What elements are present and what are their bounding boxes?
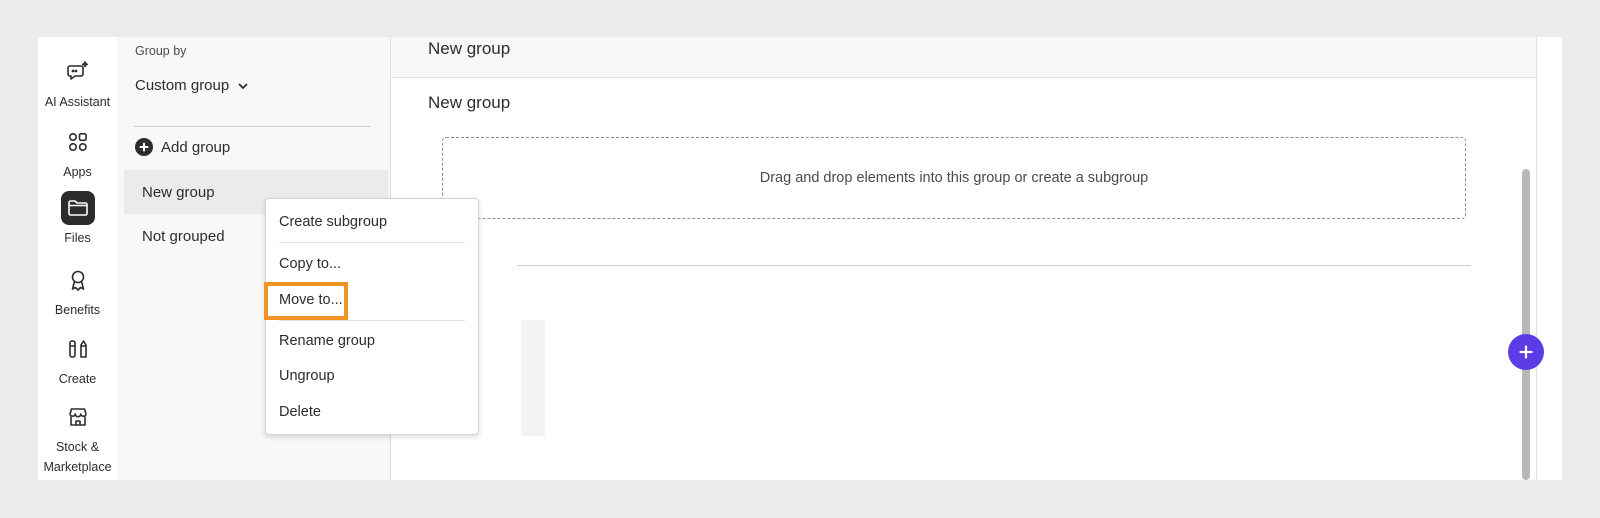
add-group-label: Add group bbox=[161, 138, 231, 156]
group-section-title[interactable]: New group bbox=[428, 93, 510, 113]
group-by-label: Group by bbox=[135, 44, 187, 58]
award-icon bbox=[61, 263, 95, 297]
menu-item-rename-group[interactable]: Rename group bbox=[279, 331, 375, 351]
add-floating-button[interactable] bbox=[1508, 334, 1544, 370]
rail-label: Files bbox=[64, 231, 91, 245]
right-strip bbox=[1536, 37, 1562, 480]
group-dropzone[interactable]: Drag and drop elements into this group o… bbox=[442, 137, 1466, 219]
menu-item-ungroup[interactable]: Ungroup bbox=[279, 366, 335, 386]
section-divider bbox=[517, 265, 1471, 266]
apps-icon bbox=[61, 125, 95, 159]
store-icon bbox=[61, 400, 95, 434]
rail-item-benefits[interactable]: Benefits bbox=[38, 263, 117, 320]
main-header: New group bbox=[391, 37, 1537, 78]
rail-label: Benefits bbox=[54, 303, 101, 317]
app-frame: AI Assistant Apps Files Benefits Create … bbox=[38, 37, 1562, 480]
group-item-label: New group bbox=[142, 183, 215, 201]
create-icon bbox=[61, 332, 95, 366]
panel-divider bbox=[134, 126, 371, 127]
chevron-down-icon bbox=[238, 83, 248, 89]
rail-label-line2: Marketplace bbox=[43, 460, 112, 474]
add-group-button[interactable]: Add group bbox=[135, 138, 230, 156]
rail-label-line1: Stock & bbox=[55, 440, 100, 454]
rail-item-ai-assistant[interactable]: AI Assistant bbox=[38, 55, 117, 112]
rail-label: Apps bbox=[63, 165, 92, 179]
element-placeholder bbox=[521, 320, 545, 436]
menu-separator bbox=[279, 320, 465, 321]
rail-item-apps[interactable]: Apps bbox=[38, 125, 117, 182]
rail-item-create[interactable]: Create bbox=[38, 332, 117, 389]
menu-item-copy-to[interactable]: Copy to... bbox=[279, 254, 341, 274]
add-circle-icon bbox=[135, 138, 153, 156]
dropzone-text: Drag and drop elements into this group o… bbox=[759, 170, 1149, 186]
rail-item-files[interactable]: Files bbox=[38, 191, 117, 248]
menu-item-create-subgroup[interactable]: Create subgroup bbox=[279, 212, 387, 232]
rail-label: AI Assistant bbox=[44, 95, 111, 109]
folder-icon bbox=[60, 191, 95, 225]
main-content: New group New group Drag and drop elemen… bbox=[390, 37, 1537, 480]
plus-icon bbox=[1519, 345, 1533, 359]
vertical-scrollbar[interactable] bbox=[1522, 169, 1530, 480]
group-item-label: Not grouped bbox=[142, 227, 225, 245]
move-to-highlight bbox=[264, 282, 348, 320]
left-rail: AI Assistant Apps Files Benefits Create … bbox=[38, 37, 117, 480]
menu-item-delete[interactable]: Delete bbox=[279, 402, 321, 422]
menu-separator bbox=[279, 242, 465, 243]
rail-item-stock-marketplace[interactable]: Stock & Marketplace bbox=[38, 400, 117, 477]
group-select-value: Custom group bbox=[135, 77, 230, 94]
rail-label: Create bbox=[58, 372, 97, 386]
rail-label: Stock & Marketplace bbox=[38, 437, 117, 477]
main-header-title: New group bbox=[428, 39, 511, 58]
group-by-select[interactable]: Custom group bbox=[135, 77, 249, 94]
ai-assistant-icon bbox=[61, 55, 95, 89]
